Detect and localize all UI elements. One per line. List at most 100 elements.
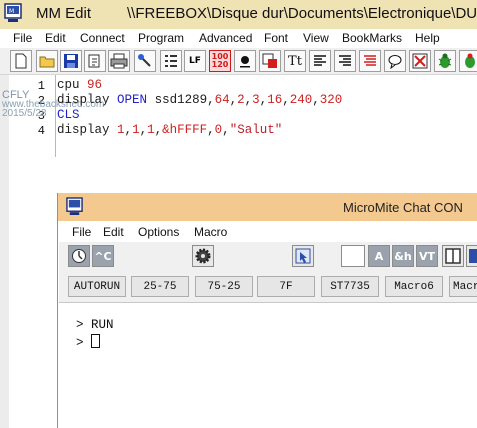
menu-help[interactable]: Help — [415, 31, 440, 45]
chat-title: MicroMite Chat CON — [343, 200, 463, 215]
debug-button-2[interactable] — [459, 50, 477, 72]
cut-icon — [88, 54, 100, 68]
open-folder-icon — [39, 56, 55, 68]
dot-button[interactable] — [234, 50, 256, 72]
cancel-icon — [412, 53, 428, 69]
macro-button-autorun[interactable]: AUTORUN — [68, 276, 126, 297]
debug-button[interactable] — [434, 50, 456, 72]
lf-button[interactable]: LF — [184, 50, 206, 72]
line-number-gutter: 1 2 3 4 — [9, 75, 56, 428]
watermark: CFLY www.thebackshed.com 2015/5/28 — [2, 90, 104, 119]
code-token: 3 — [252, 93, 260, 107]
chat-menu-edit[interactable]: Edit — [103, 225, 124, 239]
hex-label: &h — [394, 249, 412, 263]
svg-text:M: M — [9, 8, 14, 15]
cursor-icon — [295, 248, 311, 264]
menu-connect[interactable]: Connect — [80, 31, 125, 45]
terminal-prompt: > — [76, 336, 84, 350]
sample-rate-button[interactable]: 100 120 — [209, 50, 231, 72]
menu-view[interactable]: View — [303, 31, 329, 45]
macro-button-75-25[interactable]: 75-25 — [195, 276, 253, 297]
code-token: ssd1289 — [154, 93, 208, 107]
clock-icon — [72, 249, 86, 263]
panel-icon — [469, 249, 477, 263]
run-button[interactable] — [134, 50, 156, 72]
ctrl-c-label: ^C — [94, 249, 112, 263]
code-line-3: CLS — [57, 108, 342, 123]
a-label: A — [374, 249, 384, 263]
chat-window: MicroMite Chat CON File Edit Options Mac… — [57, 193, 477, 428]
code-line-1: cpu 96 — [57, 78, 342, 93]
red-lines-button[interactable] — [359, 50, 381, 72]
code-editor[interactable]: cpu 96 display OPEN ssd1289,64,2,3,16,240… — [57, 78, 342, 138]
macro-button-st7735[interactable]: ST7735 — [321, 276, 379, 297]
cancel-button[interactable] — [409, 50, 431, 72]
list-button[interactable] — [160, 50, 182, 72]
open-button[interactable] — [36, 50, 58, 72]
macro-button-7f[interactable]: 7F — [257, 276, 315, 297]
list-icon — [165, 55, 177, 67]
align-left-button[interactable] — [309, 50, 331, 72]
chat-menu-options[interactable]: Options — [138, 225, 179, 239]
vt-button[interactable]: VT — [416, 245, 438, 267]
new-file-button[interactable] — [10, 50, 32, 72]
terminal-output[interactable]: > RUN > — [59, 304, 477, 428]
code-token: 2 — [237, 93, 245, 107]
settings-button[interactable] — [192, 245, 214, 267]
macro-button-macro6[interactable]: Macro6 — [385, 276, 443, 297]
code-token: 1 — [117, 123, 125, 137]
split-view-button[interactable] — [442, 245, 464, 267]
code-token: 0 — [214, 123, 223, 137]
menu-advanced[interactable]: Advanced — [199, 31, 252, 45]
dot-icon — [240, 56, 250, 68]
clear-button[interactable] — [341, 245, 365, 267]
terminal-line: > — [76, 334, 101, 350]
terminal-cursor — [91, 334, 101, 348]
line-number: 4 — [37, 124, 45, 138]
code-token: OPEN — [117, 93, 148, 107]
a-button[interactable]: A — [368, 245, 390, 267]
editor-title-bar: M MM Edit \\FREEBOX\Disque dur\Documents… — [0, 0, 477, 29]
chat-menu-bar: File Edit Options Macro — [59, 221, 477, 242]
code-token: display — [57, 93, 110, 107]
code-line-2: display OPEN ssd1289,64,2,3,16,240,320 — [57, 93, 343, 107]
terminal-line: > RUN — [76, 318, 114, 332]
comment-button[interactable] — [384, 50, 406, 72]
bug-icon — [465, 53, 475, 68]
menu-bookmarks[interactable]: BookMarks — [342, 31, 402, 45]
chat-title-bar: MicroMite Chat CON — [58, 193, 477, 221]
hex-button[interactable]: &h — [392, 245, 414, 267]
new-file-icon — [15, 53, 27, 69]
macro-button-macro7[interactable]: Macr — [449, 276, 477, 297]
menu-file[interactable]: File — [13, 31, 32, 45]
pointer-button[interactable] — [292, 245, 314, 267]
cut-button[interactable] — [84, 50, 106, 72]
print-button[interactable] — [108, 50, 130, 72]
align-right-icon — [339, 55, 351, 66]
timer-button[interactable] — [68, 245, 90, 267]
save-button[interactable] — [60, 50, 82, 72]
code-token: CLS — [57, 108, 80, 122]
layout-button[interactable] — [466, 245, 477, 267]
code-token: 320 — [319, 93, 343, 107]
chat-menu-file[interactable]: File — [72, 225, 91, 239]
red-square-icon — [262, 53, 277, 68]
code-token: 1 — [132, 123, 140, 137]
menu-edit[interactable]: Edit — [45, 31, 66, 45]
chat-menu-macro[interactable]: Macro — [194, 225, 227, 239]
menu-font[interactable]: Font — [264, 31, 288, 45]
lf-icon: LF — [189, 56, 201, 66]
editor-toolbar: LF 100 120 Tt — [0, 48, 477, 75]
text-style-button[interactable]: Tt — [284, 50, 306, 72]
ctrl-c-button[interactable]: ^C — [92, 245, 114, 267]
menu-program[interactable]: Program — [138, 31, 184, 45]
macro-button-25-75[interactable]: 25-75 — [131, 276, 189, 297]
gear-icon — [195, 248, 211, 264]
red-square-button[interactable] — [259, 50, 281, 72]
terminal-prompt: > — [76, 318, 84, 332]
code-token: 64 — [214, 93, 230, 107]
code-token: 1 — [147, 123, 155, 137]
align-right-button[interactable] — [334, 50, 356, 72]
editor-menu-bar: File Edit Connect Program Advanced Font … — [0, 29, 477, 48]
panel-icon — [445, 248, 461, 264]
